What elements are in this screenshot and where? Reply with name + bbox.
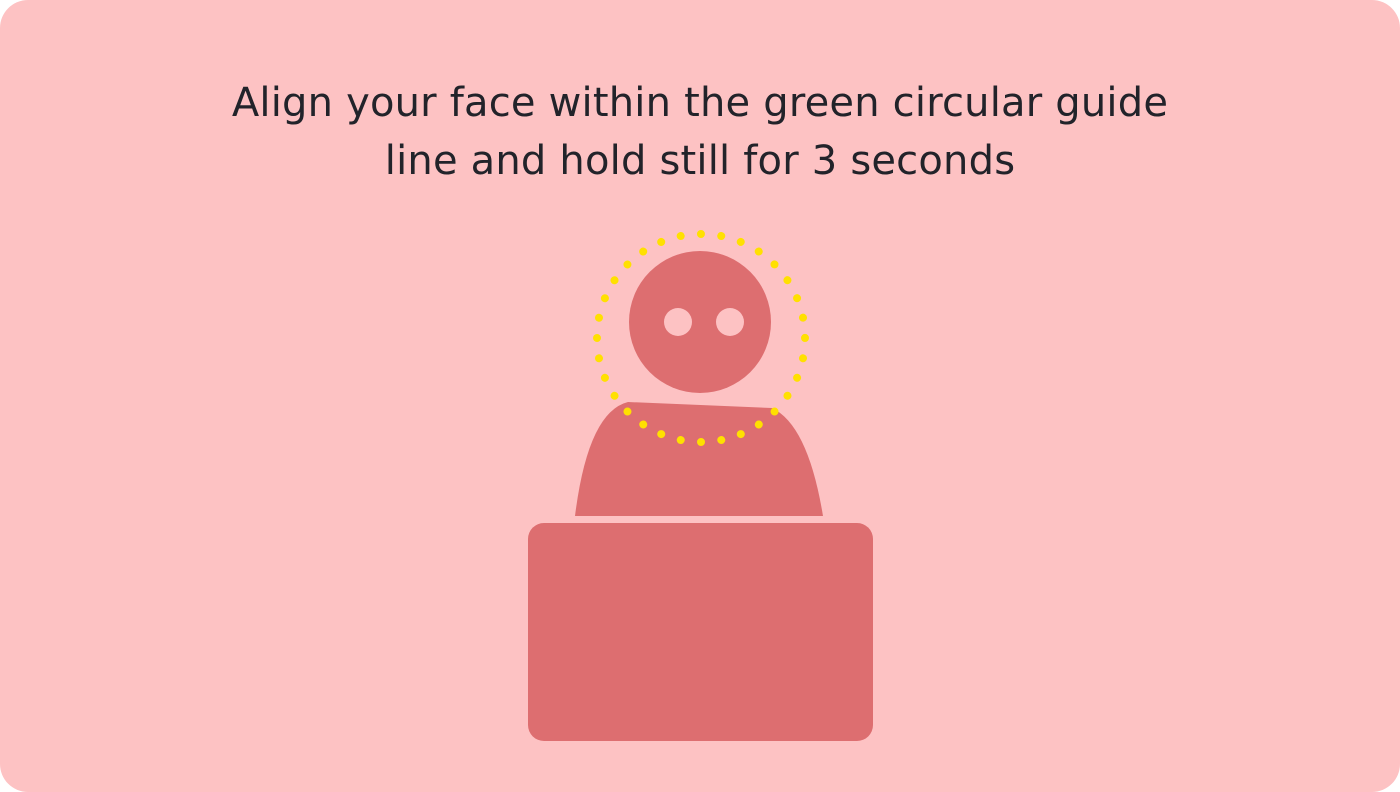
body-shape — [575, 402, 823, 516]
head-circle — [629, 251, 771, 393]
left-eye — [664, 308, 692, 336]
laptop-icon — [528, 523, 873, 741]
right-eye — [716, 308, 744, 336]
face-alignment-card: Align your face within the green circula… — [0, 0, 1400, 792]
person-at-laptop-illustration — [528, 230, 873, 741]
